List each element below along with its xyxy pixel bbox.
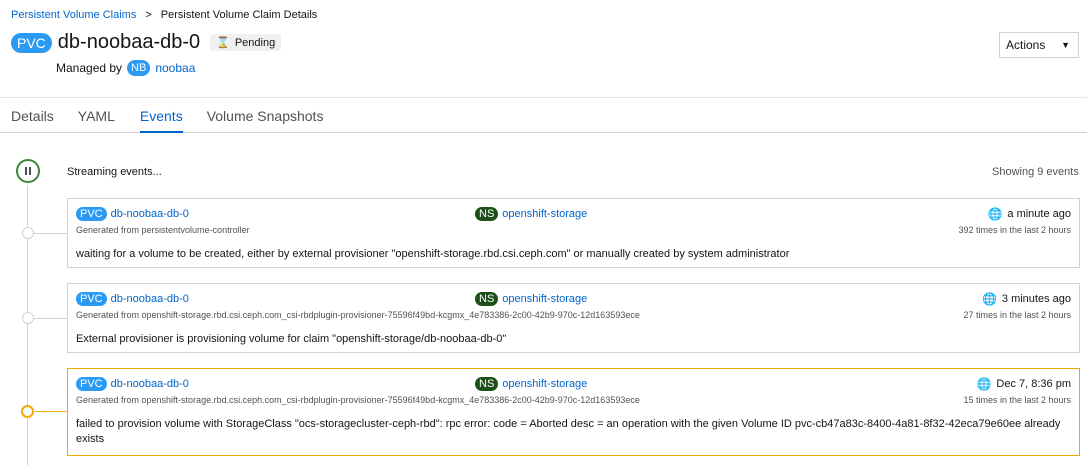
event-repeat-count: 27 times in the last 2 hours — [963, 310, 1071, 320]
namespace-link[interactable]: openshift-storage — [502, 208, 587, 220]
tab-events[interactable]: Events — [139, 100, 183, 133]
header-divider — [0, 97, 1087, 98]
event-time: 3 minutes ago — [1001, 293, 1071, 305]
event-card-warning: PVC db-noobaa-db-0 NS openshift-storage … — [67, 368, 1080, 456]
managed-by-label: Managed by — [56, 61, 123, 75]
event-source: Generated from openshift-storage.rbd.csi… — [76, 310, 640, 320]
event-time: a minute ago — [1007, 208, 1071, 220]
timeline-dot — [22, 312, 34, 324]
page-header: PVC db-noobaa-db-0 ⌛ Pending — [11, 31, 282, 54]
event-object-link[interactable]: db-noobaa-db-0 — [111, 378, 189, 390]
ns-kind-badge: NS — [475, 207, 499, 221]
tab-bar: Details YAML Events Volume Snapshots — [0, 100, 1087, 133]
timeline-dot-warning — [21, 405, 34, 418]
pvc-kind-badge: PVC — [11, 32, 52, 53]
tab-yaml[interactable]: YAML — [78, 100, 115, 132]
tab-volume-snapshots[interactable]: Volume Snapshots — [207, 100, 324, 132]
actions-label: Actions — [1006, 38, 1046, 52]
event-timestamp: 🌐 3 minutes ago — [982, 292, 1071, 306]
timeline-connector — [33, 233, 67, 234]
event-object-link[interactable]: db-noobaa-db-0 — [111, 293, 189, 305]
event-message: failed to provision volume with StorageC… — [76, 418, 1061, 445]
event-message: External provisioner is provisioning vol… — [76, 333, 507, 345]
breadcrumb-current: Persistent Volume Claim Details — [160, 9, 318, 21]
globe-icon: 🌐 — [987, 207, 1003, 221]
globe-icon: 🌐 — [976, 377, 992, 391]
pvc-kind-badge: PVC — [76, 377, 107, 391]
event-source: Generated from persistentvolume-controll… — [76, 225, 250, 235]
event-message: waiting for a volume to be created, eith… — [76, 248, 790, 260]
timeline-connector — [33, 318, 67, 319]
event-card: PVC db-noobaa-db-0 NS openshift-storage … — [67, 283, 1080, 353]
breadcrumb-link-pvcs[interactable]: Persistent Volume Claims — [11, 9, 136, 21]
caret-down-icon: ▼ — [1061, 40, 1070, 50]
event-time: Dec 7, 8:36 pm — [996, 378, 1071, 390]
managed-by: Managed by NB noobaa — [56, 60, 195, 76]
event-repeat-count: 15 times in the last 2 hours — [963, 395, 1071, 405]
actions-dropdown[interactable]: Actions ▼ — [999, 32, 1079, 58]
event-repeat-count: 392 times in the last 2 hours — [958, 225, 1071, 235]
event-namespace: NS openshift-storage — [475, 377, 587, 391]
ns-kind-badge: NS — [475, 292, 499, 306]
event-card: PVC db-noobaa-db-0 NS openshift-storage … — [67, 198, 1080, 268]
event-object: PVC db-noobaa-db-0 — [76, 207, 189, 221]
pause-streaming-button[interactable] — [16, 159, 40, 183]
pause-icon — [25, 167, 27, 175]
event-object: PVC db-noobaa-db-0 — [76, 292, 189, 306]
namespace-link[interactable]: openshift-storage — [502, 293, 587, 305]
page-title: db-noobaa-db-0 — [57, 31, 201, 53]
status-badge: ⌛ Pending — [210, 34, 282, 51]
breadcrumb: Persistent Volume Claims > Persistent Vo… — [11, 9, 317, 21]
pause-icon-bar — [29, 167, 31, 175]
hourglass-icon: ⌛ — [216, 37, 230, 49]
event-timestamp: 🌐 a minute ago — [987, 207, 1071, 221]
pvc-kind-badge: PVC — [76, 292, 107, 306]
streaming-status: Streaming events... — [67, 166, 162, 178]
event-namespace: NS openshift-storage — [475, 292, 587, 306]
pvc-kind-badge: PVC — [76, 207, 107, 221]
ns-kind-badge: NS — [475, 377, 499, 391]
event-source: Generated from openshift-storage.rbd.csi… — [76, 395, 640, 405]
event-count: Showing 9 events — [992, 166, 1079, 178]
event-object-link[interactable]: db-noobaa-db-0 — [111, 208, 189, 220]
namespace-link[interactable]: openshift-storage — [502, 378, 587, 390]
tab-details[interactable]: Details — [11, 100, 54, 132]
timeline-dot — [22, 227, 34, 239]
event-object: PVC db-noobaa-db-0 — [76, 377, 189, 391]
event-namespace: NS openshift-storage — [475, 207, 587, 221]
event-timestamp: 🌐 Dec 7, 8:36 pm — [976, 377, 1071, 391]
breadcrumb-separator: > — [145, 9, 152, 21]
owner-link[interactable]: noobaa — [155, 61, 195, 75]
timeline-connector-warning — [35, 411, 67, 412]
status-label: Pending — [234, 36, 276, 49]
owner-kind-badge: NB — [127, 60, 151, 76]
globe-icon: 🌐 — [981, 292, 997, 306]
